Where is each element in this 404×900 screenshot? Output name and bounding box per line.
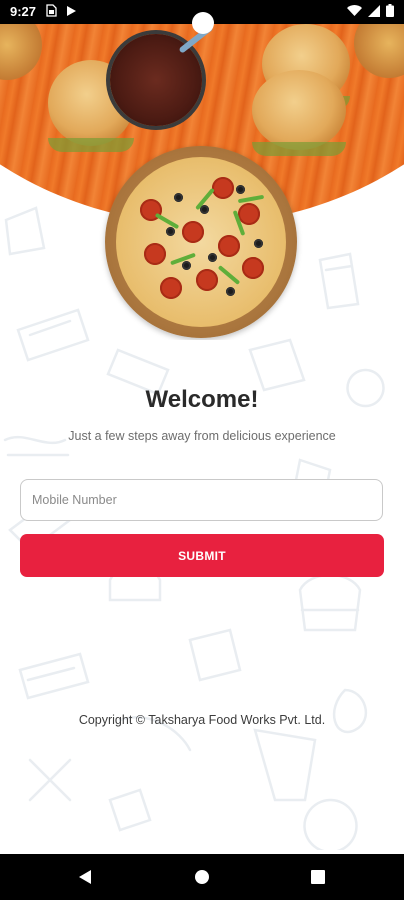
mobile-number-input[interactable] [20,479,383,521]
copyright-text: Copyright © Taksharya Food Works Pvt. Lt… [78,713,326,727]
battery-icon [386,4,394,20]
status-time: 9:27 [10,4,37,19]
recents-square-icon[interactable] [288,854,348,900]
burger-image [252,70,346,156]
pizza-image [116,157,286,327]
cell-signal-icon [368,4,380,20]
wifi-icon [347,4,362,20]
sim-card-icon [46,4,57,20]
back-triangle-icon[interactable] [55,854,115,900]
hero-food-image [0,0,404,340]
welcome-title: Welcome! [145,386,259,413]
home-circle-icon[interactable] [172,854,232,900]
navigation-bar [0,854,404,900]
welcome-subtitle: Just a few steps away from delicious exp… [68,429,336,443]
submit-button[interactable]: SUBMIT [20,534,384,577]
camera-cutout [192,12,214,34]
play-store-icon [66,5,77,20]
